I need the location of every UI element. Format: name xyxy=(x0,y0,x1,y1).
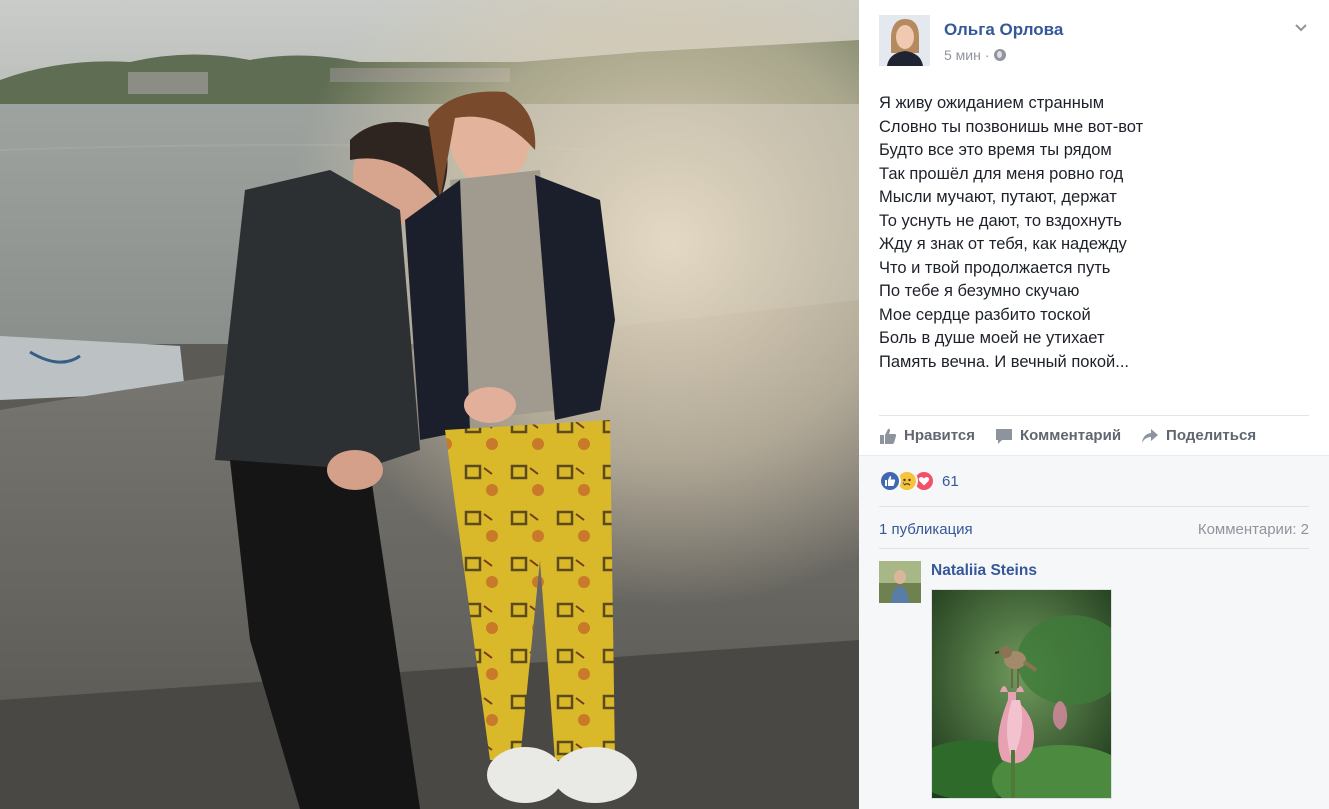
post-sidebar: Ольга Орлова 5 мин · Я живу ожиданием ст… xyxy=(859,0,1329,809)
post-line: Так прошёл для меня ровно год xyxy=(879,164,1124,183)
commenter-name[interactable]: Nataliia Steins xyxy=(931,562,1037,580)
post-line: Боль в душе моей не утихает xyxy=(879,329,1105,347)
post-line: Жду я знак от тебя, как надежду xyxy=(879,235,1127,253)
reactions-count[interactable]: 61 xyxy=(942,473,959,490)
chevron-down-icon[interactable] xyxy=(1293,19,1309,35)
author-name[interactable]: Ольга Орлова xyxy=(944,20,1063,40)
comment-image[interactable] xyxy=(931,589,1112,799)
like-icon xyxy=(880,428,897,444)
share-icon xyxy=(1142,428,1159,443)
meta-separator: · xyxy=(984,47,990,63)
author-avatar[interactable] xyxy=(879,15,930,66)
divider xyxy=(879,506,1309,507)
post-meta: 5 мин · xyxy=(944,47,1006,63)
post-line: Память вечна. И вечный покой... xyxy=(879,352,1129,371)
commenter-avatar[interactable] xyxy=(879,561,921,603)
comment-image-illustration xyxy=(932,590,1111,798)
post-photo[interactable] xyxy=(0,0,859,809)
post-text: Я живу ожиданием странным Словно ты позв… xyxy=(879,92,1299,374)
post-line: Что и твой продолжается путь xyxy=(879,258,1111,277)
post-time[interactable]: 5 мин xyxy=(944,47,981,63)
share-button[interactable]: Поделиться xyxy=(1141,427,1256,445)
comment-button[interactable]: Комментарий xyxy=(995,427,1121,445)
author-avatar-image xyxy=(879,15,930,66)
post-line: По тебе я безумно скучаю xyxy=(879,282,1080,300)
post-line: Мое сердце разбито тоской xyxy=(879,305,1091,324)
photo-viewer: Ольга Орлова 5 мин · Я живу ожиданием ст… xyxy=(0,0,1329,809)
commenter-avatar-image xyxy=(879,561,921,603)
post-actions: Нравится Комментарий Поделиться xyxy=(879,415,1309,455)
post-line: То уснуть не дают, то вздохнуть xyxy=(879,211,1122,230)
comments-count[interactable]: Комментарии: 2 xyxy=(1198,521,1309,538)
post-line: Будто все это время ты рядом xyxy=(879,141,1112,159)
reactions-summary[interactable]: 61 xyxy=(879,470,959,492)
post-header: Ольга Орлова 5 мин · xyxy=(879,15,1309,70)
globe-icon xyxy=(993,49,1006,61)
comment-icon xyxy=(996,428,1013,444)
photo-illustration xyxy=(0,0,859,809)
like-button[interactable]: Нравится xyxy=(879,427,975,445)
share-label: Поделиться xyxy=(1166,427,1257,444)
comment-label: Комментарий xyxy=(1020,427,1122,444)
like-label: Нравится xyxy=(904,427,976,444)
like-reaction-icon xyxy=(879,470,901,492)
comments-section: 61 1 публикация Комментарии: 2 Nataliia … xyxy=(859,455,1329,809)
post-line: Я живу ожиданием странным xyxy=(879,94,1105,112)
divider xyxy=(879,548,1309,549)
post-line: Словно ты позвонишь мне вот-вот xyxy=(879,117,1144,136)
post-line: Мысли мучают, путают, держат xyxy=(879,188,1117,206)
publications-count[interactable]: 1 публикация xyxy=(879,521,973,538)
